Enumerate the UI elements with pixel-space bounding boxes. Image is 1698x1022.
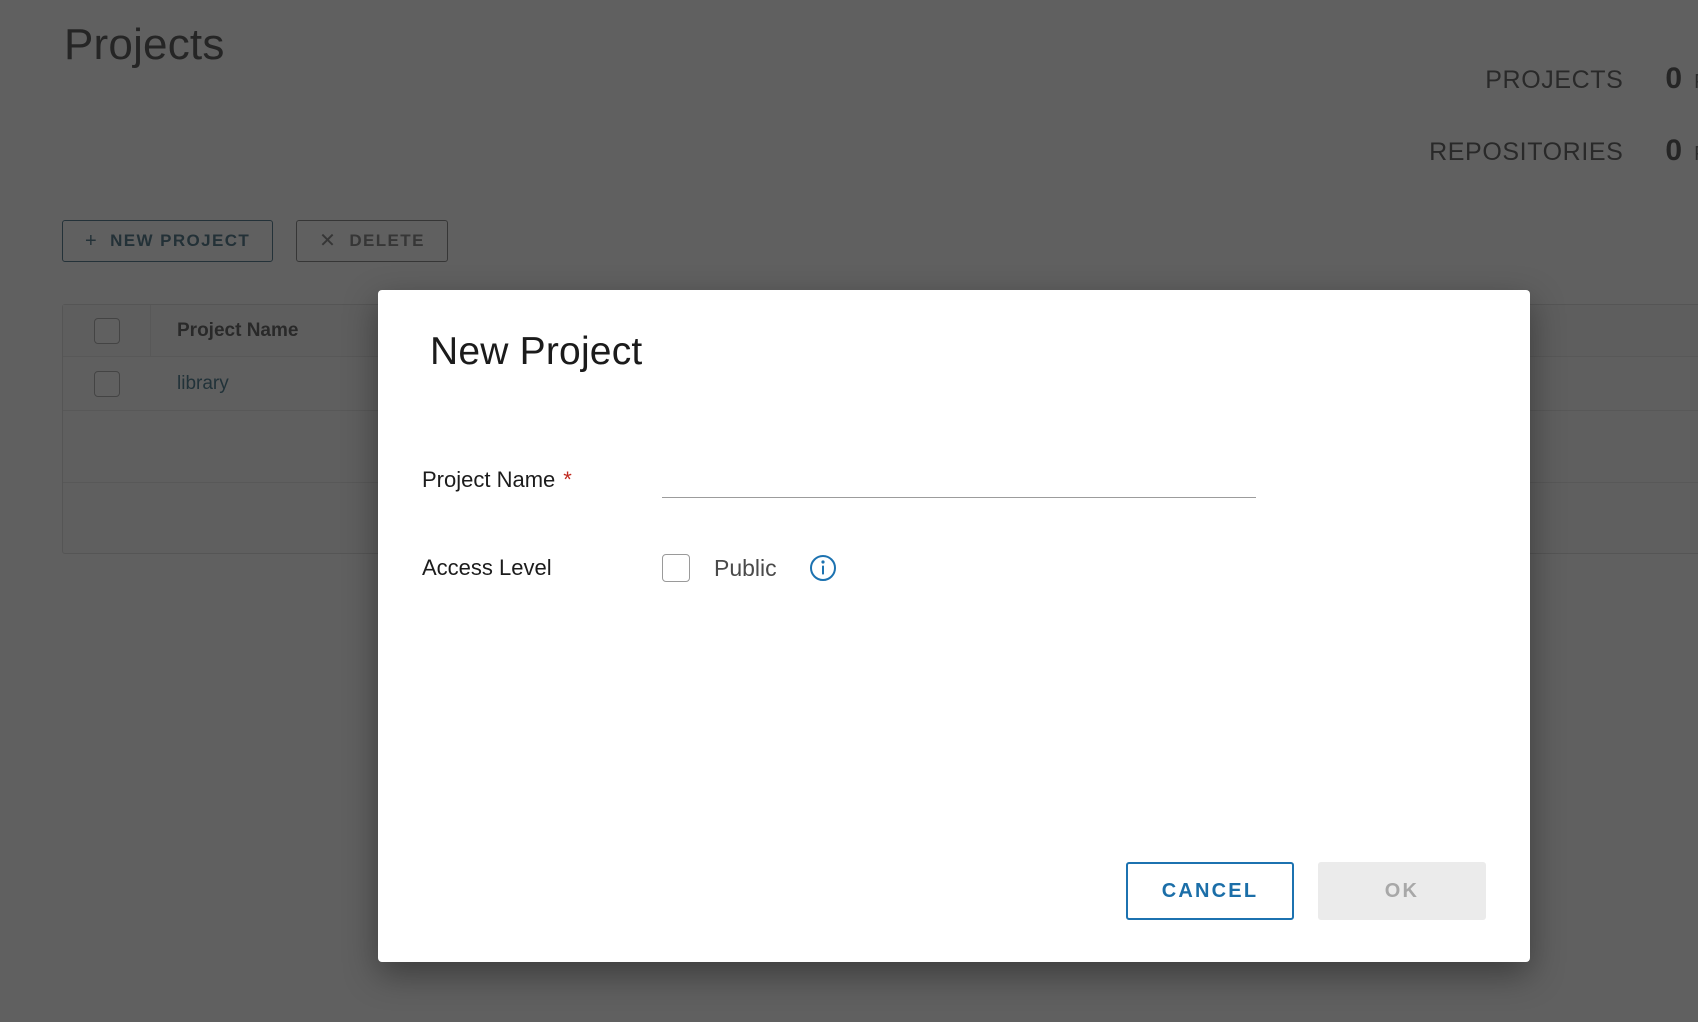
public-checkbox[interactable] bbox=[662, 554, 690, 582]
access-level-label: Access Level bbox=[422, 555, 662, 581]
public-checkbox-label[interactable]: Public bbox=[714, 555, 777, 582]
form-row-project-name: Project Name * bbox=[422, 462, 1490, 498]
project-name-field-wrap bbox=[662, 462, 1490, 498]
project-name-label-text: Project Name bbox=[422, 467, 555, 492]
dialog-action-bar: CANCEL OK bbox=[1126, 862, 1486, 920]
ok-button[interactable]: OK bbox=[1318, 862, 1486, 920]
access-level-field-wrap: Public bbox=[662, 554, 1490, 582]
new-project-form: Project Name * Access Level Public bbox=[422, 462, 1490, 638]
info-circle-icon[interactable] bbox=[809, 554, 837, 582]
required-asterisk: * bbox=[563, 467, 572, 492]
dialog-title: New Project bbox=[430, 330, 642, 374]
public-checkbox-group: Public bbox=[662, 554, 1490, 582]
cancel-button[interactable]: CANCEL bbox=[1126, 862, 1294, 920]
form-row-access-level: Access Level Public bbox=[422, 554, 1490, 582]
project-name-label: Project Name * bbox=[422, 467, 662, 493]
app-root: Projects PROJECTS 0 PRIV REPOSITORIES 0 … bbox=[0, 0, 1698, 1022]
project-name-input[interactable] bbox=[662, 462, 1256, 498]
new-project-dialog: New Project Project Name * Access Level P… bbox=[378, 290, 1530, 962]
